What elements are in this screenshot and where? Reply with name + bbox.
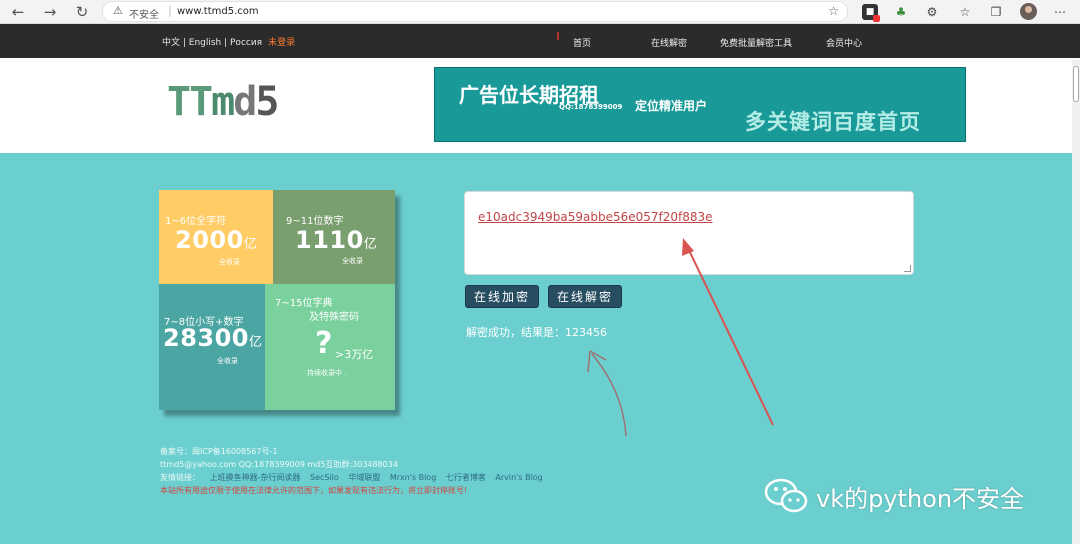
wechat-icon [764, 478, 808, 513]
brown-arrow-annotation [587, 350, 627, 437]
wechat-watermark: vk的python不安全 [764, 476, 1024, 516]
annotation-arrows [587, 238, 774, 437]
watermark-text: vk的python不安全 [816, 484, 1025, 513]
red-arrow-annotation [682, 238, 774, 426]
